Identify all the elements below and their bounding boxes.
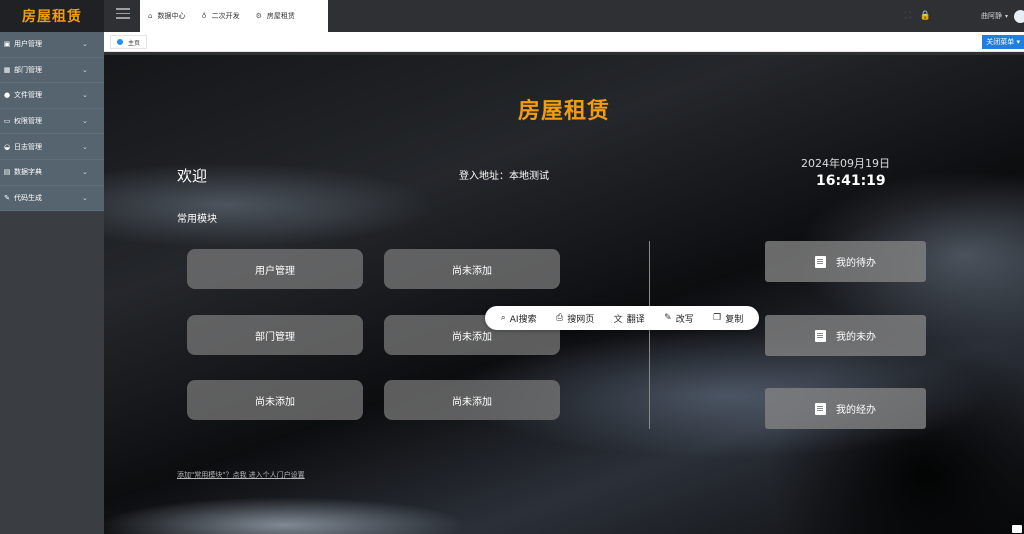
sidebar-item-label: 文件管理 bbox=[14, 91, 42, 100]
sidebar-item-files[interactable]: ● 文件管理 ⌄ bbox=[0, 83, 104, 109]
todo-label: 我的未办 bbox=[836, 332, 876, 343]
chevron-down-icon: ⌄ bbox=[82, 193, 88, 202]
avatar[interactable] bbox=[1014, 9, 1024, 23]
sidebar-item-label: 数据字典 bbox=[14, 168, 42, 177]
translate-icon: 文 bbox=[613, 314, 623, 325]
translate-button[interactable]: 文 翻译 bbox=[614, 312, 645, 325]
login-address: 登入地址：本地测试 bbox=[459, 171, 549, 182]
my-pending-button[interactable]: 我的未办 bbox=[765, 315, 926, 356]
active-dot-icon bbox=[117, 39, 123, 45]
close-menu-button[interactable]: 关闭菜单 ▾ bbox=[982, 35, 1024, 49]
copy-icon: ❐ bbox=[713, 313, 722, 323]
document-icon bbox=[815, 402, 826, 415]
sidebar-item-logs[interactable]: ◒ 日志管理 ⌄ bbox=[0, 134, 104, 160]
tab-label: 房屋租赁 bbox=[266, 12, 295, 20]
tab-label: 二次开发 bbox=[211, 12, 240, 20]
tab-house-rental[interactable]: ⚙ 房屋租赁 bbox=[248, 11, 303, 21]
gear-icon: ⚙ bbox=[255, 12, 262, 20]
copy-button[interactable]: ❐ 复制 bbox=[713, 312, 743, 325]
logo-text: 房屋租赁 bbox=[22, 9, 82, 25]
tab-label: 数据中心 bbox=[157, 12, 186, 20]
username[interactable]: 曲阿静 bbox=[981, 11, 1002, 21]
sidebar-item-label: 日志管理 bbox=[14, 142, 42, 151]
dictionary-icon: ▤ bbox=[3, 168, 11, 177]
date-text: 2024年09月19日 bbox=[801, 157, 890, 170]
sidebar-item-departments[interactable]: ▦ 部门管理 ⌄ bbox=[0, 58, 104, 84]
logo[interactable]: 房屋租赁 bbox=[0, 0, 104, 32]
page-title: 房屋租赁 bbox=[517, 99, 610, 124]
main-content: 房屋租赁 欢迎 登入地址：本地测试 2024年09月19日 16:41:19 常… bbox=[104, 55, 1024, 534]
file-icon: ● bbox=[3, 91, 11, 100]
sidebar-item-codegen[interactable]: ✎ 代码生成 ⌄ bbox=[0, 186, 104, 212]
tab-secondary-dev[interactable]: ♁ 二次开发 bbox=[193, 11, 247, 21]
sidebar-item-label: 权限管理 bbox=[14, 117, 42, 126]
toolbar-label: 搜网页 bbox=[567, 314, 595, 325]
toolbar-label: 复制 bbox=[725, 314, 744, 325]
lock-icon[interactable]: 🔒 bbox=[920, 11, 931, 21]
chevron-down-icon: ⌄ bbox=[82, 168, 88, 177]
top-right: ⛶ 🔒 曲阿静 ▾ bbox=[899, 0, 1024, 32]
permission-icon: ▭ bbox=[3, 117, 11, 126]
sidebar-item-label: 代码生成 bbox=[14, 193, 42, 202]
top-icons: ⛶ 🔒 bbox=[899, 11, 931, 21]
module-button-users[interactable]: 用户管理 bbox=[187, 249, 363, 289]
sidebar-menu: ▣ 用户管理 ⌄ ▦ 部门管理 ⌄ ● 文件管理 ⌄ ▭ 权限管理 ⌄ ◒ 日志… bbox=[0, 32, 104, 212]
department-icon: ▦ bbox=[3, 65, 11, 74]
my-handled-button[interactable]: 我的经办 bbox=[765, 388, 926, 429]
chevron-down-icon: ⌄ bbox=[82, 91, 88, 100]
sidebar: 房屋租赁 ▣ 用户管理 ⌄ ▦ 部门管理 ⌄ ● 文件管理 ⌄ ▭ 权限管理 ⌄… bbox=[0, 0, 104, 534]
webpage-search-icon: ⎙ bbox=[556, 313, 564, 323]
chevron-down-icon: ⌄ bbox=[82, 40, 88, 49]
sidebar-item-users[interactable]: ▣ 用户管理 ⌄ bbox=[0, 32, 104, 58]
top-tabs: ⌂ 数据中心 ♁ 二次开发 ⚙ 房屋租赁 bbox=[140, 0, 328, 32]
sidebar-item-dictionary[interactable]: ▤ 数据字典 ⌄ bbox=[0, 160, 104, 186]
vertical-divider bbox=[649, 241, 650, 429]
module-button-empty[interactable]: 尚未添加 bbox=[384, 380, 560, 420]
welcome-text: 欢迎 bbox=[177, 167, 208, 185]
module-button-empty[interactable]: 尚未添加 bbox=[187, 380, 363, 420]
tab-home[interactable]: 主页 bbox=[110, 35, 148, 49]
portal-settings-link[interactable]: 添加"常用模块"？点我 进入个人门户设置 bbox=[177, 470, 305, 480]
document-icon bbox=[815, 329, 826, 342]
chevron-down-icon: ⌄ bbox=[82, 142, 88, 151]
document-icon bbox=[815, 255, 826, 268]
ai-search-button[interactable]: ⌕ AI搜索 bbox=[501, 312, 537, 325]
bulb-icon: ♁ bbox=[201, 12, 207, 20]
code-icon: ✎ bbox=[4, 193, 10, 202]
sidebar-item-label: 用户管理 bbox=[14, 40, 42, 49]
log-icon: ◒ bbox=[3, 142, 11, 151]
todo-label: 我的经办 bbox=[836, 405, 876, 416]
tab-strip: 主页 关闭菜单 ▾ bbox=[104, 32, 1024, 52]
web-search-button[interactable]: ⎙ 搜网页 bbox=[556, 312, 594, 325]
caret-down-icon[interactable]: ▾ bbox=[1005, 13, 1008, 20]
toolbar-label: 改写 bbox=[675, 314, 694, 325]
toolbar-label: AI搜索 bbox=[509, 314, 537, 325]
my-todo-button[interactable]: 我的待办 bbox=[765, 241, 926, 282]
module-button-departments[interactable]: 部门管理 bbox=[187, 315, 363, 355]
fullscreen-icon[interactable]: ⛶ bbox=[905, 11, 911, 21]
tab-data-center[interactable]: ⌂ 数据中心 bbox=[140, 11, 193, 21]
rewrite-button[interactable]: ✎ 改写 bbox=[664, 312, 694, 325]
rewrite-icon: ✎ bbox=[664, 313, 672, 323]
menu-toggle-icon[interactable] bbox=[116, 8, 130, 22]
chevron-down-icon: ⌄ bbox=[82, 65, 88, 74]
screen-capture-icon[interactable] bbox=[1012, 525, 1022, 533]
todo-label: 我的待办 bbox=[836, 258, 876, 269]
time-text: 16:41:19 bbox=[816, 173, 886, 189]
section-label: 常用模块 bbox=[177, 214, 217, 225]
search-icon: ⌕ bbox=[500, 313, 506, 323]
tab-home-label: 主页 bbox=[128, 39, 141, 47]
sidebar-item-label: 部门管理 bbox=[14, 65, 42, 74]
toolbar-label: 翻译 bbox=[626, 314, 645, 325]
home-icon: ⌂ bbox=[148, 12, 153, 20]
user-icon: ▣ bbox=[3, 40, 11, 49]
chevron-down-icon: ⌄ bbox=[82, 117, 88, 126]
module-button-empty[interactable]: 尚未添加 bbox=[384, 249, 560, 289]
top-bar: ⌂ 数据中心 ♁ 二次开发 ⚙ 房屋租赁 ⛶ 🔒 曲阿静 ▾ bbox=[104, 0, 1024, 32]
sidebar-item-permissions[interactable]: ▭ 权限管理 ⌄ bbox=[0, 109, 104, 135]
selection-toolbar: ⌕ AI搜索 ⎙ 搜网页 文 翻译 ✎ 改写 ❐ 复制 bbox=[485, 306, 759, 330]
